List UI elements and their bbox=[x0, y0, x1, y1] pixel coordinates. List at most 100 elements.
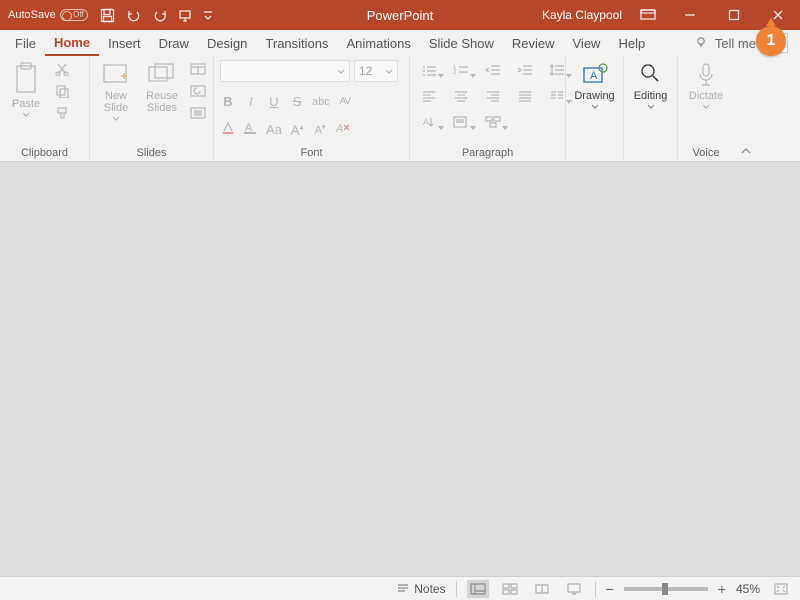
clear-formatting-button[interactable]: A bbox=[335, 121, 351, 138]
tab-help[interactable]: Help bbox=[609, 30, 654, 56]
columns-button[interactable] bbox=[544, 86, 570, 106]
autosave-label: AutoSave bbox=[8, 9, 56, 21]
fit-to-window-button[interactable] bbox=[770, 580, 792, 598]
group-label-slides: Slides bbox=[96, 145, 207, 159]
align-text-button[interactable] bbox=[448, 112, 474, 132]
tab-insert[interactable]: Insert bbox=[99, 30, 150, 56]
reset-button[interactable] bbox=[188, 82, 208, 100]
align-text-icon bbox=[453, 116, 469, 128]
paste-button[interactable]: Paste bbox=[6, 60, 46, 119]
svg-text:2: 2 bbox=[453, 70, 457, 76]
layout-button[interactable] bbox=[188, 60, 208, 78]
close-button[interactable] bbox=[756, 0, 800, 30]
chevron-down-icon bbox=[337, 69, 345, 74]
editing-label: Editing bbox=[634, 90, 668, 102]
font-color-button[interactable] bbox=[220, 121, 236, 138]
maximize-button[interactable] bbox=[712, 0, 756, 30]
app-title: PowerPoint bbox=[367, 8, 433, 23]
tab-home[interactable]: Home bbox=[45, 30, 99, 56]
slide-canvas[interactable] bbox=[0, 162, 800, 576]
undo-icon[interactable] bbox=[125, 8, 143, 23]
window-controls bbox=[668, 0, 800, 30]
redo-icon[interactable] bbox=[153, 8, 168, 23]
reuse-slides-button[interactable]: Reuse Slides bbox=[142, 60, 182, 116]
line-spacing-button[interactable] bbox=[544, 60, 570, 80]
collapse-ribbon-button[interactable] bbox=[734, 56, 758, 161]
underline-button[interactable]: U bbox=[266, 94, 282, 109]
minimize-button[interactable] bbox=[668, 0, 712, 30]
normal-view-icon bbox=[470, 583, 486, 595]
ribbon-display-options-icon[interactable] bbox=[640, 8, 656, 22]
shrink-font-button[interactable]: A▾ bbox=[312, 123, 328, 137]
lightbulb-icon bbox=[695, 36, 709, 50]
slide-sorter-view-button[interactable] bbox=[499, 580, 521, 598]
group-voice: Dictate Voice bbox=[678, 56, 734, 161]
tab-transitions[interactable]: Transitions bbox=[256, 30, 337, 56]
highlight-button[interactable]: A bbox=[243, 121, 259, 138]
zoom-in-button[interactable]: + bbox=[718, 581, 726, 597]
dictate-button[interactable]: Dictate bbox=[685, 60, 727, 111]
normal-view-button[interactable] bbox=[467, 580, 489, 598]
strikethrough-button[interactable]: S bbox=[289, 94, 305, 109]
align-center-icon bbox=[454, 90, 468, 102]
tab-slide-show[interactable]: Slide Show bbox=[420, 30, 503, 56]
group-editing: Editing Editing bbox=[624, 56, 678, 161]
find-icon bbox=[639, 62, 663, 88]
copy-button[interactable] bbox=[52, 82, 72, 100]
bold-button[interactable]: B bbox=[220, 94, 236, 109]
save-icon[interactable] bbox=[100, 8, 115, 23]
copy-icon bbox=[55, 84, 69, 98]
dictate-label: Dictate bbox=[689, 90, 723, 102]
chevron-down-icon bbox=[385, 69, 393, 74]
zoom-slider[interactable] bbox=[624, 587, 708, 591]
decrease-indent-button[interactable] bbox=[480, 60, 506, 80]
grow-font-button[interactable]: A▴ bbox=[289, 122, 305, 138]
user-name[interactable]: Kayla Claypool bbox=[542, 8, 622, 22]
numbering-button[interactable]: 12 bbox=[448, 60, 474, 80]
reading-icon bbox=[534, 583, 550, 595]
format-painter-button[interactable] bbox=[52, 104, 72, 122]
qat-customize-icon[interactable] bbox=[203, 8, 213, 22]
svg-text:A: A bbox=[335, 123, 343, 135]
outdent-icon bbox=[485, 64, 501, 76]
tab-design[interactable]: Design bbox=[198, 30, 256, 56]
section-button[interactable] bbox=[188, 104, 208, 122]
font-name-combo[interactable] bbox=[220, 60, 350, 82]
tab-draw[interactable]: Draw bbox=[150, 30, 198, 56]
change-case-button[interactable]: Aa bbox=[266, 122, 282, 137]
slideshow-view-button[interactable] bbox=[563, 580, 585, 598]
clipboard-icon bbox=[12, 62, 40, 96]
tab-review[interactable]: Review bbox=[503, 30, 564, 56]
shadow-button[interactable]: abc bbox=[312, 96, 330, 108]
reading-view-button[interactable] bbox=[531, 580, 553, 598]
text-direction-button[interactable]: A bbox=[416, 112, 442, 132]
tab-animations[interactable]: Animations bbox=[338, 30, 420, 56]
align-center-button[interactable] bbox=[448, 86, 474, 106]
align-right-button[interactable] bbox=[480, 86, 506, 106]
new-slide-button[interactable]: New Slide bbox=[96, 60, 136, 123]
align-left-button[interactable] bbox=[416, 86, 442, 106]
font-size-combo[interactable]: 12 bbox=[354, 60, 398, 82]
start-from-beginning-icon[interactable] bbox=[178, 8, 193, 23]
notes-button[interactable]: Notes bbox=[396, 582, 445, 596]
increase-indent-button[interactable] bbox=[512, 60, 538, 80]
autosave-toggle[interactable]: AutoSave Off bbox=[8, 9, 88, 21]
bullets-button[interactable] bbox=[416, 60, 442, 80]
title-bar-right: Kayla Claypool bbox=[542, 0, 800, 30]
group-font: 12 B I U S abc AV A Aa A▴ A▾ A Font bbox=[214, 56, 410, 161]
drawing-button[interactable]: A Drawing bbox=[572, 60, 617, 111]
smartart-button[interactable] bbox=[480, 112, 506, 132]
editing-button[interactable]: Editing bbox=[630, 60, 671, 111]
columns-icon bbox=[550, 90, 564, 102]
justify-button[interactable] bbox=[512, 86, 538, 106]
tab-view[interactable]: View bbox=[564, 30, 610, 56]
group-label-voice: Voice bbox=[684, 145, 728, 159]
slideshow-icon bbox=[566, 583, 582, 595]
character-spacing-button[interactable]: AV bbox=[337, 96, 353, 107]
zoom-out-button[interactable]: − bbox=[606, 581, 614, 597]
tab-file[interactable]: File bbox=[6, 30, 45, 56]
tell-me-search[interactable]: Tell me bbox=[695, 36, 756, 51]
italic-button[interactable]: I bbox=[243, 94, 259, 109]
cut-button[interactable] bbox=[52, 60, 72, 78]
zoom-level[interactable]: 45% bbox=[736, 582, 760, 596]
